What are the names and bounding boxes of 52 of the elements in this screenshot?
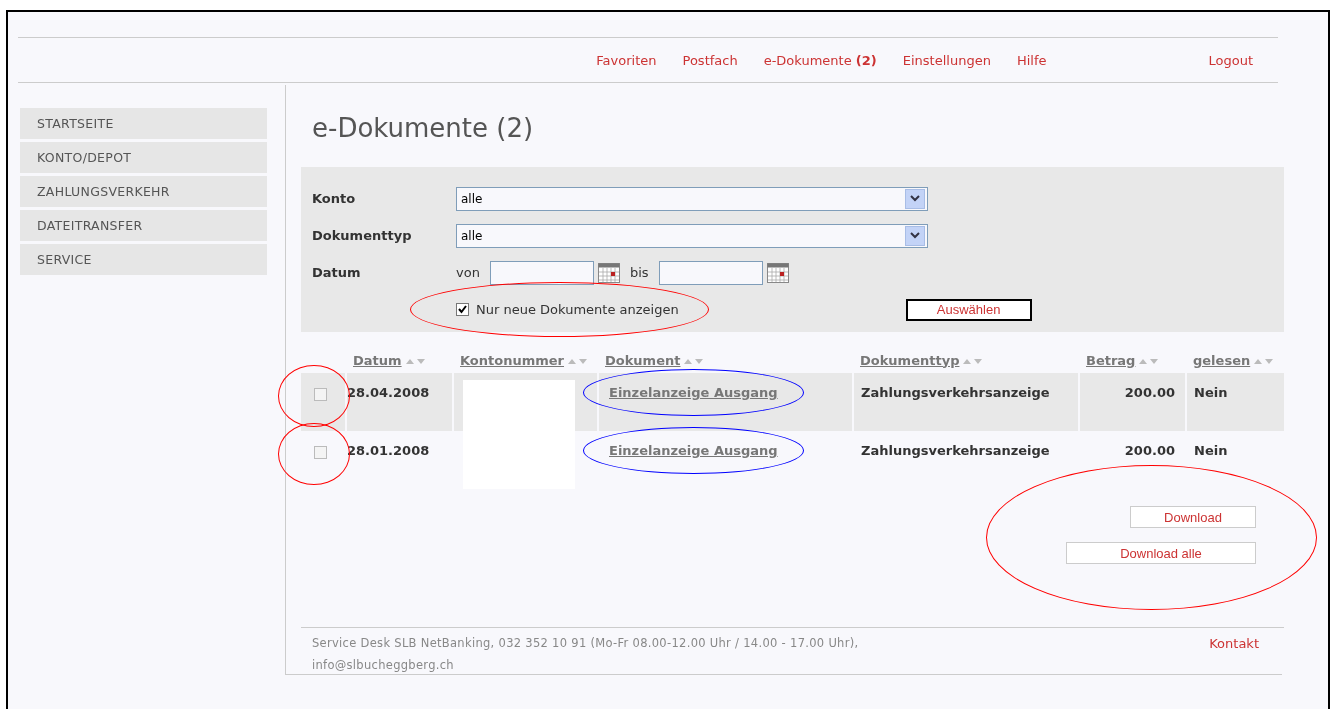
column-header[interactable]: Kontonummer	[460, 352, 564, 368]
column-header[interactable]: Dokument	[605, 352, 681, 368]
table-cell: Nein	[1186, 431, 1284, 489]
field-label: Datum	[312, 265, 362, 280]
column-header[interactable]: gelesen	[1193, 352, 1251, 368]
column-header[interactable]: Betrag	[1086, 352, 1136, 368]
logout-link[interactable]: Logout	[1208, 52, 1253, 68]
table-cell: Nein	[1186, 373, 1284, 431]
konto-select[interactable]: alle	[456, 186, 928, 211]
field-label: Konto	[312, 191, 357, 206]
document-link[interactable]: Einzelanzeige Ausgang	[609, 443, 778, 458]
column-header[interactable]: Datum	[353, 352, 402, 368]
download-button[interactable]: Download	[1130, 506, 1256, 528]
table-cell: Zahlungsverkehrsanzeige	[853, 373, 1079, 431]
sidebar-item[interactable]: DATEITRANSFER	[20, 210, 267, 241]
sort-icon[interactable]	[567, 356, 589, 365]
table-cell: Zahlungsverkehrsanzeige	[853, 431, 1079, 489]
to-label: bis	[629, 265, 649, 280]
date-to-field[interactable]	[658, 260, 763, 285]
sidebar-item[interactable]: STARTSEITE	[20, 108, 267, 139]
sidebar-item[interactable]: ZAHLUNGSVERKEHR	[20, 176, 267, 207]
dokumenttyp-select[interactable]: alle	[456, 223, 928, 248]
nav-link[interactable]: Einstellungen	[902, 52, 991, 68]
row-checkbox[interactable]	[314, 388, 327, 401]
from-label: von	[456, 265, 480, 280]
document-link[interactable]: Einzelanzeige Ausgang	[609, 385, 778, 400]
row-checkbox[interactable]	[314, 446, 327, 459]
sort-icon[interactable]	[962, 356, 985, 365]
table-cell: 200.00	[1079, 373, 1186, 431]
select-button[interactable]: Auswählen	[905, 298, 1032, 321]
nav-link[interactable]: Hilfe	[1016, 52, 1047, 68]
sort-icon[interactable]	[1138, 356, 1161, 365]
sidebar-item[interactable]: KONTO/DEPOT	[20, 142, 267, 173]
checkbox[interactable]	[456, 303, 469, 316]
sidebar-item[interactable]: SERVICE	[20, 244, 267, 275]
nav-link[interactable]: e-Dokumente (2)	[763, 52, 877, 68]
contact-link[interactable]: Kontakt	[1209, 636, 1259, 674]
sort-icon[interactable]	[683, 356, 706, 365]
checkbox-label: Nur neue Dokumente anzeigen	[476, 302, 679, 317]
column-header[interactable]: Dokumenttyp	[860, 352, 960, 368]
footer-text: Service Desk SLB NetBanking, 032 352 10 91 (Mo-Fr 08.00-12.00 Uhr / 14.00 - 17.00 Uhr), info@slbucheggberg.ch	[312, 635, 860, 674]
sort-icon[interactable]	[1253, 356, 1276, 365]
calendar-icon[interactable]	[597, 262, 620, 283]
sort-icon[interactable]	[404, 356, 427, 365]
field-label: Dokumenttyp	[312, 228, 413, 243]
download-button[interactable]: Download alle	[1066, 542, 1256, 564]
page-title: e-Dokumente (2)	[312, 113, 535, 143]
table-cell: 200.00	[1079, 431, 1186, 489]
nav-link[interactable]: Favoriten	[596, 52, 657, 68]
calendar-icon[interactable]	[766, 262, 789, 283]
date-from-field[interactable]	[489, 260, 594, 285]
nav-link[interactable]: Postfach	[682, 52, 738, 68]
